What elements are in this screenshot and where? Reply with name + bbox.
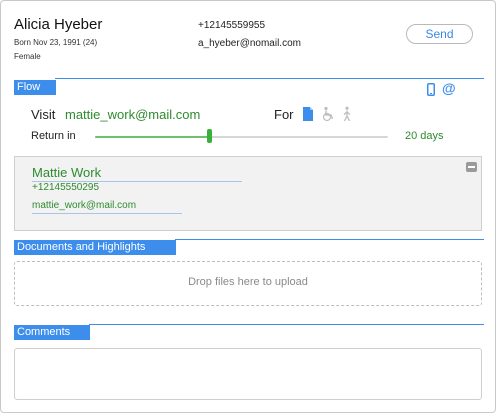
return-in-label: Return in [31, 130, 76, 142]
at-icon[interactable]: @ [442, 80, 456, 96]
patient-phone: +12145559955 [198, 20, 266, 31]
visit-value[interactable]: mattie_work@mail.com [65, 107, 200, 122]
send-button[interactable]: Send [406, 24, 473, 44]
wheelchair-icon[interactable] [321, 106, 335, 122]
visit-label: Visit [31, 107, 56, 122]
patient-sex: Female [14, 52, 41, 61]
return-in-slider-fill [95, 136, 210, 138]
file-dropzone[interactable]: Drop files here to upload [14, 261, 482, 306]
for-label: For [274, 107, 294, 122]
patient-name: Alicia Hyeber [14, 16, 103, 33]
section-flow-header: Flow [14, 80, 56, 95]
phone-icon[interactable] [427, 83, 435, 96]
section-documents-header: Documents and Highlights [14, 240, 176, 255]
patient-email: a_hyeber@nomail.com [198, 38, 301, 49]
section-divider [55, 78, 484, 79]
dropzone-text: Drop files here to upload [188, 276, 308, 288]
section-comments-header: Comments [14, 325, 90, 340]
section-divider [89, 324, 484, 325]
return-in-slider-thumb[interactable] [206, 129, 212, 143]
patient-dob: Born Nov 23, 1991 (24) [14, 38, 98, 47]
return-in-value: 20 days [405, 130, 444, 142]
collapse-button[interactable] [466, 162, 477, 172]
walking-icon[interactable] [340, 106, 354, 122]
contact-name-field[interactable]: Mattie Work [32, 165, 242, 182]
document-icon[interactable] [301, 106, 315, 122]
section-divider [175, 239, 484, 240]
return-in-slider[interactable] [95, 136, 388, 138]
comments-textarea[interactable] [14, 348, 482, 400]
contact-email-field[interactable]: mattie_work@mail.com [32, 200, 182, 214]
contact-phone-field[interactable]: +12145550295 [32, 182, 99, 193]
patient-card: Alicia Hyeber Born Nov 23, 1991 (24) Fem… [0, 0, 496, 413]
contact-panel: Mattie Work +12145550295 mattie_work@mai… [14, 156, 482, 231]
